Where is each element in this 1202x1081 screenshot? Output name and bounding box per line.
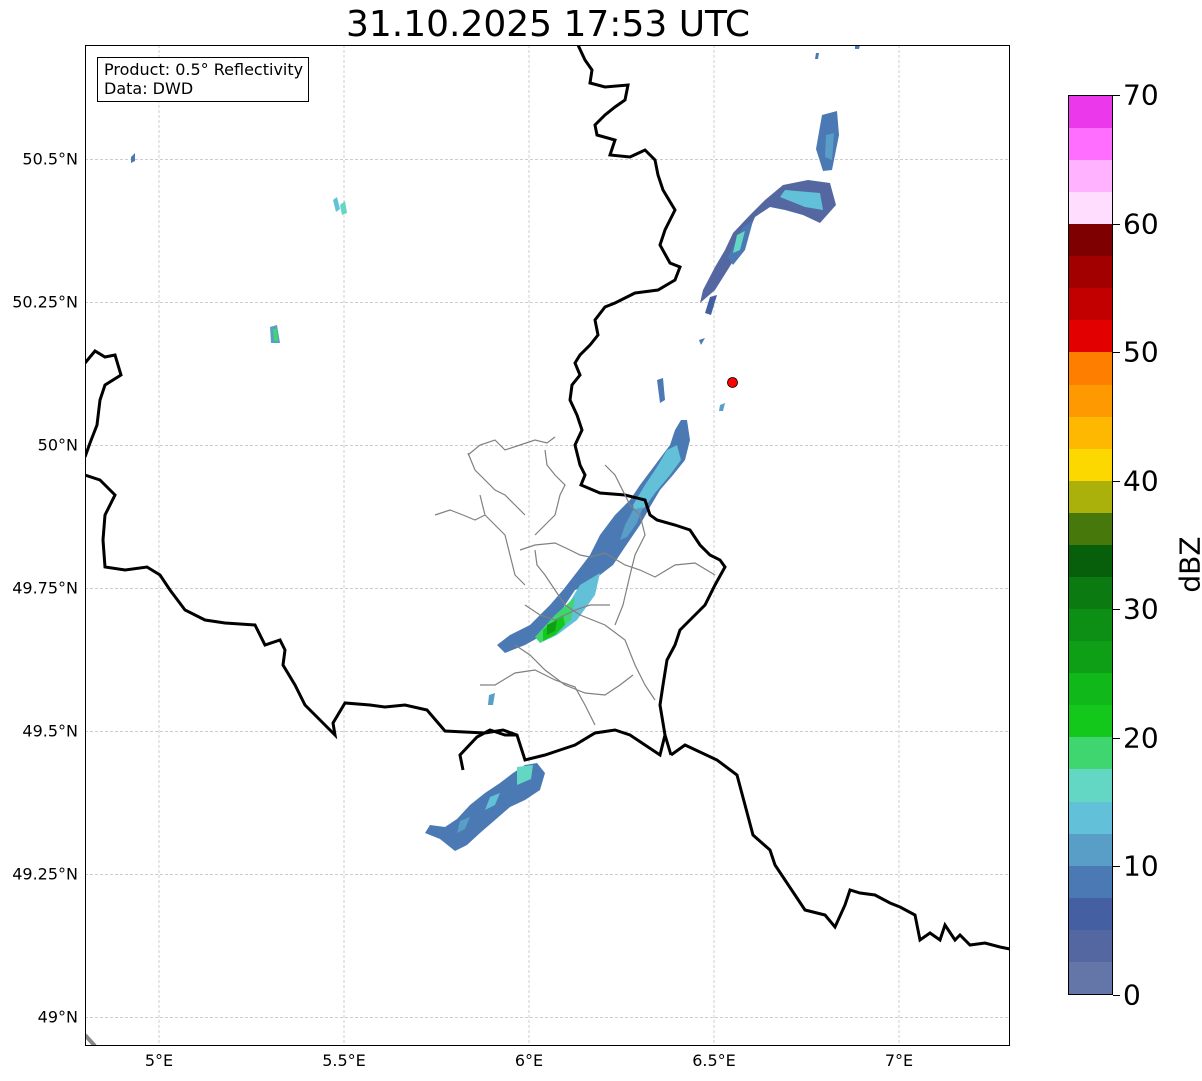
colorbar-segment — [1069, 192, 1112, 225]
colorbar-tick-label: 40 — [1123, 464, 1159, 498]
colorbar-tick — [1113, 737, 1120, 739]
lat-tick-label: 50.5°N — [22, 149, 78, 169]
colorbar-segment — [1069, 544, 1112, 577]
colorbar-tick — [1113, 95, 1120, 96]
colorbar-tick — [1113, 223, 1120, 225]
colorbar-segment — [1069, 416, 1112, 449]
lat-tick-label: 49°N — [37, 1007, 78, 1027]
colorbar-segment — [1069, 929, 1112, 962]
colorbar-tick-label: 30 — [1123, 592, 1159, 626]
lat-tick-label: 50.25°N — [12, 292, 78, 312]
plot-title: 31.10.2025 17:53 UTC — [345, 4, 751, 45]
colorbar-segment — [1069, 769, 1112, 802]
colorbar-segments — [1069, 96, 1112, 994]
map-panel[interactable]: Product: 0.5° Reflectivity Data: DWD — [85, 45, 1010, 1046]
colorbar-segment — [1069, 448, 1112, 481]
colorbar-unit-label: dBZ — [1173, 536, 1202, 593]
country-borders — [85, 45, 1010, 1046]
colorbar-segment — [1069, 576, 1112, 610]
lon-tick-label: 6.5°E — [692, 1051, 736, 1070]
colorbar-tick-label: 20 — [1123, 721, 1159, 755]
colorbar — [1068, 95, 1113, 995]
colorbar-tick — [1113, 609, 1120, 611]
colorbar-segment — [1069, 96, 1112, 128]
colorbar-segment — [1069, 705, 1112, 738]
radar-site-layer — [727, 377, 738, 388]
colorbar-segment — [1069, 801, 1112, 834]
lon-tick-label: 5°E — [144, 1051, 174, 1070]
radar-echo-band-central — [488, 378, 690, 705]
colorbar-segment — [1069, 512, 1112, 545]
colorbar-tick-label: 70 — [1123, 78, 1159, 112]
colorbar-segment — [1069, 737, 1112, 770]
colorbar-tick — [1113, 995, 1120, 996]
colorbar-segment — [1069, 865, 1112, 898]
colorbar-tick — [1113, 866, 1120, 868]
colorbar-segment — [1069, 480, 1112, 513]
colorbar-segment — [1069, 159, 1112, 193]
lat-tick-label: 49.25°N — [12, 864, 78, 884]
colorbar-tick-label: 60 — [1123, 207, 1159, 241]
colorbar-tick-label: 10 — [1123, 849, 1159, 883]
lon-tick-label: 7°E — [884, 1051, 914, 1070]
colorbar-tick-label: 50 — [1123, 335, 1159, 369]
colorbar-segment — [1069, 833, 1112, 866]
map-canvas[interactable] — [85, 45, 1010, 1046]
colorbar-segment — [1069, 384, 1112, 417]
lon-tick-label: 5.5°E — [322, 1051, 366, 1070]
radar-site-marker[interactable] — [727, 377, 738, 388]
colorbar-segment — [1069, 897, 1112, 930]
info-box: Product: 0.5° Reflectivity Data: DWD — [97, 57, 310, 102]
colorbar-tick — [1113, 480, 1120, 482]
colorbar-segment — [1069, 673, 1112, 706]
data-source-label: Data: DWD — [104, 79, 194, 98]
radar-echo-band-north — [699, 111, 839, 345]
colorbar-segment — [1069, 127, 1112, 160]
colorbar-segment — [1069, 609, 1112, 642]
lat-tick-label: 49.75°N — [12, 578, 78, 598]
colorbar-segment — [1069, 224, 1112, 257]
colorbar-segment — [1069, 256, 1112, 289]
colorbar-segment — [1069, 320, 1112, 353]
lat-tick-label: 49.5°N — [22, 721, 78, 741]
radar-echo-band-south — [425, 763, 545, 851]
lat-tick-label: 50°N — [37, 435, 78, 455]
lon-tick-label: 6°E — [514, 1051, 544, 1070]
colorbar-segment — [1069, 288, 1112, 321]
colorbar-segment — [1069, 641, 1112, 674]
product-label: Product: 0.5° Reflectivity — [104, 60, 304, 79]
colorbar-segment — [1069, 352, 1112, 385]
colorbar-segment — [1069, 961, 1112, 994]
colorbar-tick-label: 0 — [1123, 978, 1141, 1012]
colorbar-tick — [1113, 352, 1120, 354]
